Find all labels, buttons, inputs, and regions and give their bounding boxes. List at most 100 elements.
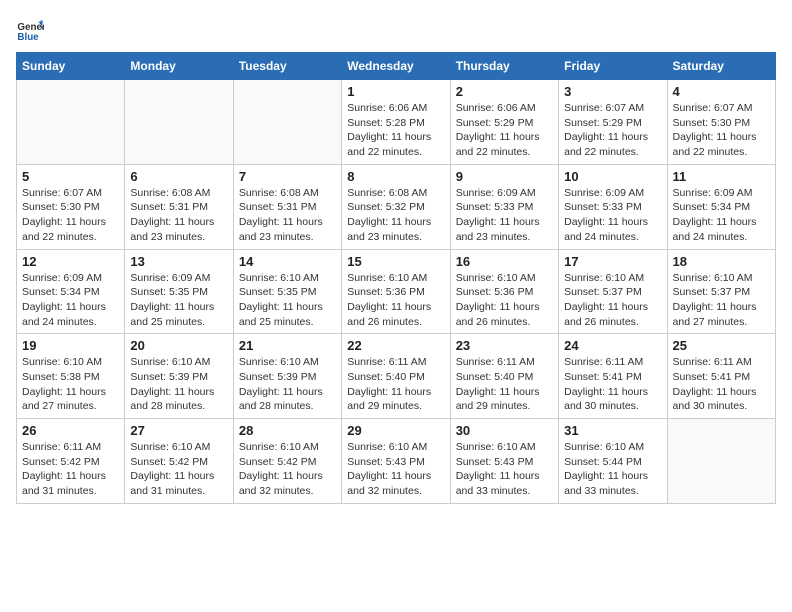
calendar-cell [233,80,341,165]
day-info: Sunrise: 6:08 AM Sunset: 5:31 PM Dayligh… [130,186,227,245]
calendar-cell: 17 Sunrise: 6:10 AM Sunset: 5:37 PM Dayli… [559,249,667,334]
calendar-cell: 11 Sunrise: 6:09 AM Sunset: 5:34 PM Dayli… [667,164,775,249]
calendar-week-row: 12 Sunrise: 6:09 AM Sunset: 5:34 PM Dayli… [17,249,776,334]
page-header: General Blue [16,16,776,44]
weekday-header-tuesday: Tuesday [233,53,341,80]
day-info: Sunrise: 6:11 AM Sunset: 5:41 PM Dayligh… [564,355,661,414]
calendar-cell: 15 Sunrise: 6:10 AM Sunset: 5:36 PM Dayli… [342,249,450,334]
day-number: 19 [22,338,119,353]
day-info: Sunrise: 6:10 AM Sunset: 5:36 PM Dayligh… [347,271,444,330]
generalblue-logo-icon: General Blue [16,16,44,44]
calendar-cell: 7 Sunrise: 6:08 AM Sunset: 5:31 PM Daylig… [233,164,341,249]
calendar-cell: 19Sunrise: 6:10 AM Sunset: 5:38 PM Dayli… [17,334,125,419]
day-info: Sunrise: 6:10 AM Sunset: 5:37 PM Dayligh… [564,271,661,330]
day-number: 6 [130,169,227,184]
day-info: Sunrise: 6:10 AM Sunset: 5:42 PM Dayligh… [130,440,227,499]
day-number: 13 [130,254,227,269]
calendar-cell [125,80,233,165]
calendar-week-row: 1 Sunrise: 6:06 AM Sunset: 5:28 PM Daylig… [17,80,776,165]
day-info: Sunrise: 6:11 AM Sunset: 5:41 PM Dayligh… [673,355,770,414]
day-number: 14 [239,254,336,269]
day-number: 1 [347,84,444,99]
calendar-cell: 29 Sunrise: 6:10 AM Sunset: 5:43 PM Dayli… [342,419,450,504]
calendar-cell: 16 Sunrise: 6:10 AM Sunset: 5:36 PM Dayli… [450,249,558,334]
weekday-header-sunday: Sunday [17,53,125,80]
day-number: 16 [456,254,553,269]
day-info: Sunrise: 6:07 AM Sunset: 5:29 PM Dayligh… [564,101,661,160]
day-info: Sunrise: 6:10 AM Sunset: 5:36 PM Dayligh… [456,271,553,330]
day-info: Sunrise: 6:06 AM Sunset: 5:28 PM Dayligh… [347,101,444,160]
day-number: 29 [347,423,444,438]
calendar-cell: 14 Sunrise: 6:10 AM Sunset: 5:35 PM Dayli… [233,249,341,334]
day-info: Sunrise: 6:11 AM Sunset: 5:40 PM Dayligh… [456,355,553,414]
weekday-header-monday: Monday [125,53,233,80]
day-number: 9 [456,169,553,184]
day-number: 30 [456,423,553,438]
day-info: Sunrise: 6:09 AM Sunset: 5:33 PM Dayligh… [564,186,661,245]
svg-text:Blue: Blue [17,32,39,43]
calendar-cell: 13Sunrise: 6:09 AM Sunset: 5:35 PM Dayli… [125,249,233,334]
day-info: Sunrise: 6:10 AM Sunset: 5:37 PM Dayligh… [673,271,770,330]
calendar-week-row: 19Sunrise: 6:10 AM Sunset: 5:38 PM Dayli… [17,334,776,419]
calendar-cell: 10 Sunrise: 6:09 AM Sunset: 5:33 PM Dayli… [559,164,667,249]
day-number: 11 [673,169,770,184]
calendar-cell: 5 Sunrise: 6:07 AM Sunset: 5:30 PM Daylig… [17,164,125,249]
calendar-cell: 4Sunrise: 6:07 AM Sunset: 5:30 PM Daylig… [667,80,775,165]
day-info: Sunrise: 6:08 AM Sunset: 5:31 PM Dayligh… [239,186,336,245]
day-info: Sunrise: 6:10 AM Sunset: 5:43 PM Dayligh… [456,440,553,499]
calendar-cell: 27Sunrise: 6:10 AM Sunset: 5:42 PM Dayli… [125,419,233,504]
calendar-cell: 9Sunrise: 6:09 AM Sunset: 5:33 PM Daylig… [450,164,558,249]
day-info: Sunrise: 6:10 AM Sunset: 5:35 PM Dayligh… [239,271,336,330]
calendar-cell: 20Sunrise: 6:10 AM Sunset: 5:39 PM Dayli… [125,334,233,419]
day-number: 15 [347,254,444,269]
calendar-cell: 26Sunrise: 6:11 AM Sunset: 5:42 PM Dayli… [17,419,125,504]
calendar-cell [17,80,125,165]
day-info: Sunrise: 6:10 AM Sunset: 5:43 PM Dayligh… [347,440,444,499]
calendar-cell [667,419,775,504]
day-info: Sunrise: 6:08 AM Sunset: 5:32 PM Dayligh… [347,186,444,245]
calendar-cell: 2Sunrise: 6:06 AM Sunset: 5:29 PM Daylig… [450,80,558,165]
calendar-cell: 8 Sunrise: 6:08 AM Sunset: 5:32 PM Daylig… [342,164,450,249]
calendar-cell: 18 Sunrise: 6:10 AM Sunset: 5:37 PM Dayli… [667,249,775,334]
calendar-week-row: 26Sunrise: 6:11 AM Sunset: 5:42 PM Dayli… [17,419,776,504]
day-number: 17 [564,254,661,269]
day-number: 10 [564,169,661,184]
day-info: Sunrise: 6:09 AM Sunset: 5:34 PM Dayligh… [673,186,770,245]
day-number: 28 [239,423,336,438]
day-info: Sunrise: 6:09 AM Sunset: 5:34 PM Dayligh… [22,271,119,330]
day-number: 23 [456,338,553,353]
weekday-header-thursday: Thursday [450,53,558,80]
day-number: 18 [673,254,770,269]
calendar-cell: 24 Sunrise: 6:11 AM Sunset: 5:41 PM Dayli… [559,334,667,419]
day-info: Sunrise: 6:10 AM Sunset: 5:44 PM Dayligh… [564,440,661,499]
day-number: 5 [22,169,119,184]
day-info: Sunrise: 6:10 AM Sunset: 5:42 PM Dayligh… [239,440,336,499]
calendar-cell: 28 Sunrise: 6:10 AM Sunset: 5:42 PM Dayli… [233,419,341,504]
calendar-cell: 21 Sunrise: 6:10 AM Sunset: 5:39 PM Dayli… [233,334,341,419]
day-number: 3 [564,84,661,99]
day-info: Sunrise: 6:07 AM Sunset: 5:30 PM Dayligh… [22,186,119,245]
day-number: 12 [22,254,119,269]
calendar-cell: 31 Sunrise: 6:10 AM Sunset: 5:44 PM Dayli… [559,419,667,504]
day-number: 8 [347,169,444,184]
calendar-week-row: 5 Sunrise: 6:07 AM Sunset: 5:30 PM Daylig… [17,164,776,249]
calendar-cell: 23 Sunrise: 6:11 AM Sunset: 5:40 PM Dayli… [450,334,558,419]
weekday-header-row: SundayMondayTuesdayWednesdayThursdayFrid… [17,53,776,80]
day-info: Sunrise: 6:11 AM Sunset: 5:40 PM Dayligh… [347,355,444,414]
day-number: 22 [347,338,444,353]
day-number: 31 [564,423,661,438]
day-number: 25 [673,338,770,353]
day-info: Sunrise: 6:07 AM Sunset: 5:30 PM Dayligh… [673,101,770,160]
calendar-cell: 12 Sunrise: 6:09 AM Sunset: 5:34 PM Dayli… [17,249,125,334]
calendar-cell: 25 Sunrise: 6:11 AM Sunset: 5:41 PM Dayli… [667,334,775,419]
day-info: Sunrise: 6:11 AM Sunset: 5:42 PM Dayligh… [22,440,119,499]
calendar-cell: 1 Sunrise: 6:06 AM Sunset: 5:28 PM Daylig… [342,80,450,165]
day-number: 7 [239,169,336,184]
day-number: 21 [239,338,336,353]
day-info: Sunrise: 6:10 AM Sunset: 5:39 PM Dayligh… [239,355,336,414]
logo: General Blue [16,16,48,44]
day-number: 20 [130,338,227,353]
weekday-header-wednesday: Wednesday [342,53,450,80]
calendar-cell: 3 Sunrise: 6:07 AM Sunset: 5:29 PM Daylig… [559,80,667,165]
day-number: 24 [564,338,661,353]
